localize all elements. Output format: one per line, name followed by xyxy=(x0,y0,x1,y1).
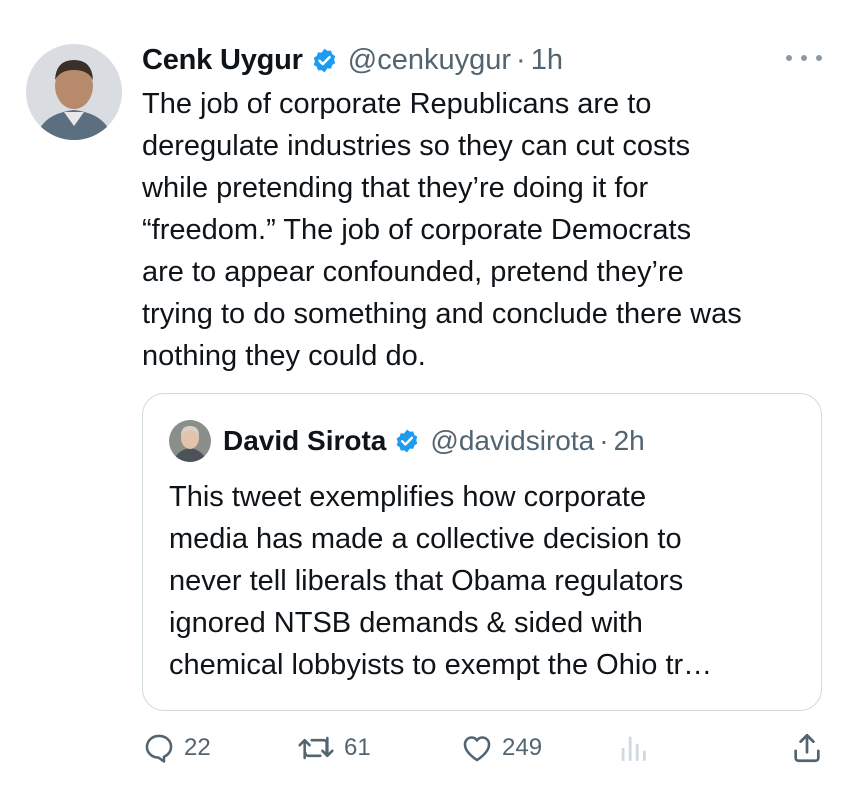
tweet-header: Cenk Uygur @cenkuygur · 1h xyxy=(142,38,563,82)
separator-dot: · xyxy=(516,43,526,76)
quoted-author-avatar xyxy=(169,420,211,462)
quoted-tweet[interactable]: David Sirota @davidsirota · 2h This twee… xyxy=(142,393,822,711)
tweet-text: The job of corporate Republicans are to … xyxy=(142,88,742,372)
like-icon xyxy=(460,731,494,765)
like-button[interactable]: 249 xyxy=(460,728,542,768)
share-icon xyxy=(790,731,824,765)
more-icon[interactable] xyxy=(786,46,822,70)
quoted-header: David Sirota @davidsirota · 2h xyxy=(223,420,645,462)
share-button[interactable] xyxy=(790,728,824,768)
reply-count: 22 xyxy=(184,734,211,761)
action-bar: 22 61 249 xyxy=(142,728,828,768)
author-name[interactable]: Cenk Uygur xyxy=(142,44,303,77)
views-icon xyxy=(618,731,648,765)
tweet-timestamp[interactable]: 1h xyxy=(531,44,563,77)
author-avatar[interactable] xyxy=(26,44,122,140)
retweet-button[interactable]: 61 xyxy=(296,728,371,768)
separator-dot: · xyxy=(599,425,609,456)
views-button[interactable] xyxy=(618,728,648,768)
quoted-tweet-text: This tweet exemplifies how corporate med… xyxy=(169,481,713,681)
reply-button[interactable]: 22 xyxy=(142,728,211,768)
verified-badge-icon xyxy=(394,428,420,454)
quoted-author-name: David Sirota xyxy=(223,425,387,456)
reply-icon xyxy=(142,731,176,765)
retweet-icon xyxy=(296,731,336,765)
like-count: 249 xyxy=(502,734,543,761)
quoted-timestamp: 2h xyxy=(613,425,645,456)
verified-badge-icon xyxy=(311,47,338,74)
retweet-count: 61 xyxy=(344,734,371,761)
author-handle[interactable]: @cenkuygur xyxy=(348,44,511,77)
quoted-author-handle: @davidsirota xyxy=(430,425,595,456)
